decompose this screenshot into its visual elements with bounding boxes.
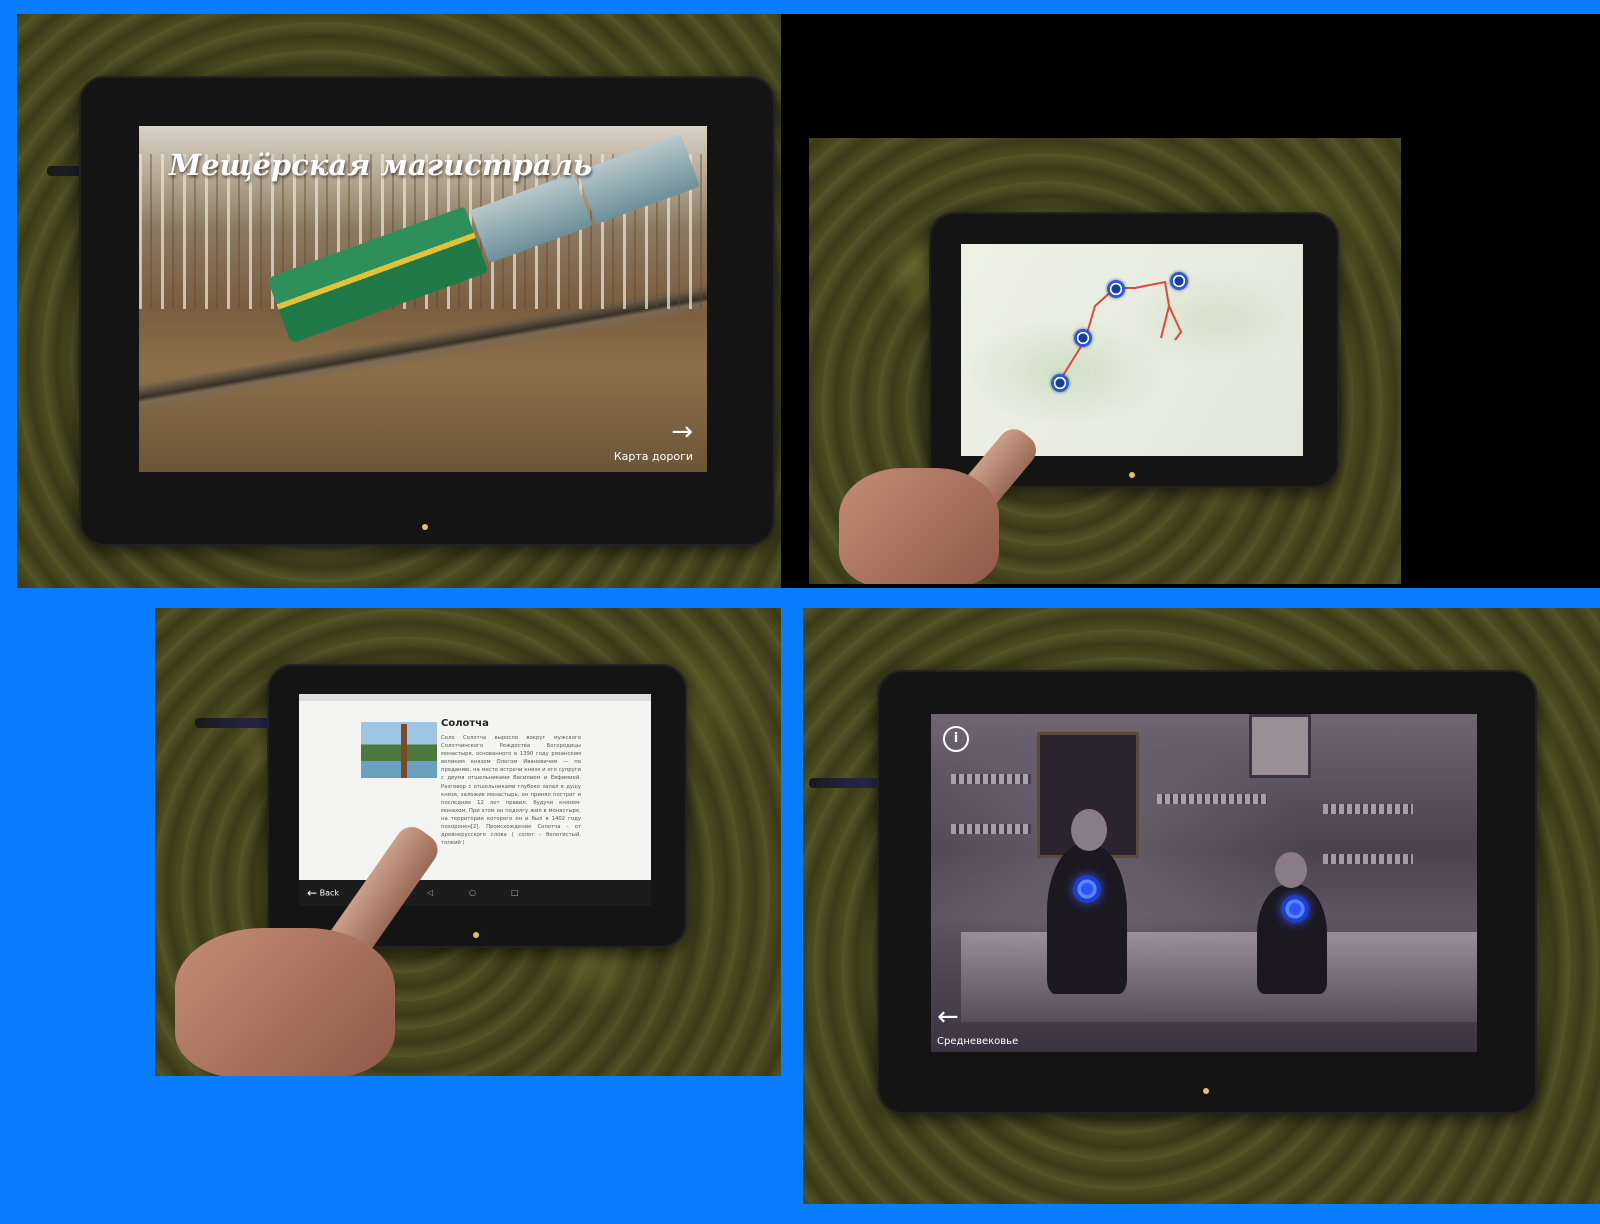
route-map [961, 244, 1303, 456]
map-pin-station[interactable] [1170, 272, 1188, 290]
info-icon[interactable]: i [943, 726, 969, 752]
usb-cable [809, 778, 879, 788]
article-title: Солотча [441, 718, 489, 729]
photo-map-screen [781, 14, 1600, 588]
next-button-label: Карта дороги [613, 450, 693, 463]
shop-shelf [1323, 804, 1413, 814]
hotspot-man[interactable] [1073, 875, 1101, 903]
arrow-left-icon: ← [937, 1002, 959, 1032]
map-pin-station[interactable] [1074, 329, 1092, 347]
shop-counter [961, 932, 1477, 1022]
photo-article-screen: Солотча Село Солотча выросло вокруг мужс… [155, 608, 781, 1076]
shopkeeper-man [1047, 844, 1127, 994]
route-line [1058, 280, 1183, 383]
app-title: Мещёрская магистраль [169, 148, 592, 182]
back-button-label: Back [319, 888, 340, 898]
tablet-device: Мещёрская магистраль → Карта дороги [79, 76, 775, 546]
next-button[interactable]: → Карта дороги [614, 419, 693, 464]
article-screen: Солотча Село Солотча выросло вокруг мужс… [299, 694, 651, 906]
train-screen: Мещёрская магистраль → Карта дороги [139, 126, 707, 472]
hotspot-woman[interactable] [1281, 895, 1309, 923]
archive-photo-screen: i ← Средневековье [931, 714, 1477, 1052]
shop-shelf [951, 774, 1031, 784]
tablet-device: Солотча Село Солотча выросло вокруг мужс… [267, 664, 687, 948]
hand [175, 928, 395, 1076]
solotcha-thumbnail [361, 722, 437, 778]
usb-cable [195, 718, 275, 728]
nav-home-icon[interactable]: ○ [469, 888, 476, 897]
status-led [1129, 472, 1135, 478]
shop-shelf [951, 824, 1031, 834]
hand [839, 468, 999, 584]
photo-title-screen: Мещёрская магистраль → Карта дороги [17, 14, 781, 588]
nav-back-icon[interactable]: ◁ [427, 888, 433, 897]
back-button[interactable]: ← Back [307, 886, 339, 900]
wall-portrait [1249, 714, 1311, 778]
shop-shelf [1323, 854, 1413, 864]
prev-button[interactable]: ← Средневековье [937, 1002, 1019, 1048]
shopkeeper-woman-head [1275, 852, 1307, 888]
shop-shelf [1157, 794, 1267, 804]
map-pin-station[interactable] [1051, 374, 1069, 392]
fabric-background [809, 138, 1401, 584]
photo-archive-screen: i ← Средневековье [803, 608, 1600, 1204]
arrow-left-icon: ← [307, 886, 318, 900]
shopkeeper-man-head [1071, 809, 1107, 851]
article-body: Село Солотча выросло вокруг мужского Сол… [441, 735, 581, 847]
map-pin-station[interactable] [1107, 280, 1125, 298]
prev-button-label: Средневековье [937, 1036, 1019, 1047]
arrow-right-icon: → [671, 417, 693, 447]
tablet-device: i ← Средневековье [877, 670, 1537, 1114]
status-led [422, 524, 428, 530]
status-led [473, 932, 479, 938]
nav-recent-icon[interactable]: □ [511, 888, 519, 897]
android-status-bar [299, 694, 651, 701]
status-led [1203, 1088, 1209, 1094]
